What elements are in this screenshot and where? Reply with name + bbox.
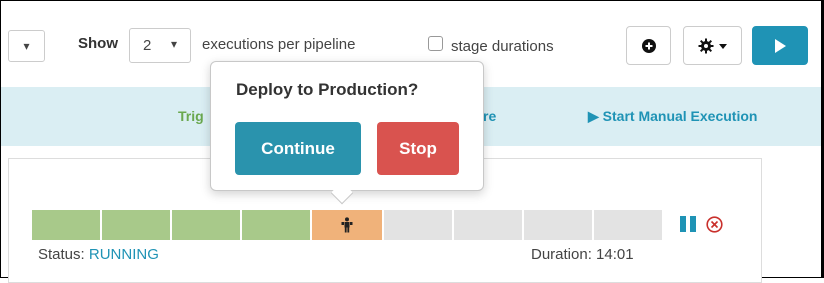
status-prefix: Status: bbox=[38, 246, 89, 263]
continue-button[interactable]: Continue bbox=[235, 122, 361, 175]
chevron-down-icon: ▾ bbox=[171, 37, 178, 51]
trigger-link[interactable]: Trig bbox=[178, 108, 204, 124]
execution-duration: Duration: 14:01 bbox=[531, 246, 634, 263]
stage-segment-not-started[interactable] bbox=[594, 210, 662, 240]
executions-per-pipeline-label: executions per pipeline bbox=[202, 36, 356, 53]
stage-segment-succeeded[interactable] bbox=[172, 210, 240, 240]
show-label: Show bbox=[78, 35, 118, 52]
stage-segment-succeeded[interactable] bbox=[32, 210, 100, 240]
start-pipeline-button[interactable] bbox=[752, 26, 808, 65]
executions-count-value: 2 bbox=[143, 37, 152, 54]
plus-circle-icon bbox=[641, 38, 656, 53]
gear-icon bbox=[698, 38, 713, 53]
stage-progress-bar bbox=[32, 210, 664, 240]
status-value[interactable]: RUNNING bbox=[89, 246, 159, 263]
popover-title: Deploy to Production? bbox=[236, 80, 419, 99]
stage-segment-succeeded[interactable] bbox=[242, 210, 310, 240]
pipeline-actions-button[interactable] bbox=[683, 26, 742, 65]
pause-icon[interactable] bbox=[680, 216, 696, 232]
stage-durations-label[interactable]: stage durations bbox=[451, 38, 554, 55]
stop-button[interactable]: Stop bbox=[377, 122, 459, 175]
executions-count-select[interactable]: 2 ▾ bbox=[129, 28, 191, 63]
add-pipeline-button[interactable] bbox=[626, 26, 671, 65]
cancel-execution-icon[interactable] bbox=[706, 216, 723, 233]
stage-segment-waiting[interactable] bbox=[312, 210, 382, 240]
play-icon bbox=[775, 38, 786, 53]
duration-prefix: Duration: bbox=[531, 246, 597, 263]
stage-durations-checkbox[interactable] bbox=[428, 36, 443, 51]
configure-link[interactable]: re bbox=[483, 108, 496, 124]
execution-status: Status: RUNNING bbox=[38, 246, 159, 263]
filter-select-partial[interactable]: ▾ bbox=[8, 30, 45, 62]
start-manual-execution-link[interactable]: ▶ Start Manual Execution bbox=[588, 108, 757, 125]
chevron-down-icon bbox=[718, 43, 727, 49]
stage-segment-succeeded[interactable] bbox=[102, 210, 170, 240]
manual-judgment-icon bbox=[341, 217, 353, 233]
stage-segment-not-started[interactable] bbox=[384, 210, 452, 240]
stage-segment-not-started[interactable] bbox=[524, 210, 592, 240]
duration-value: 14:01 bbox=[596, 246, 634, 263]
stage-segment-not-started[interactable] bbox=[454, 210, 522, 240]
